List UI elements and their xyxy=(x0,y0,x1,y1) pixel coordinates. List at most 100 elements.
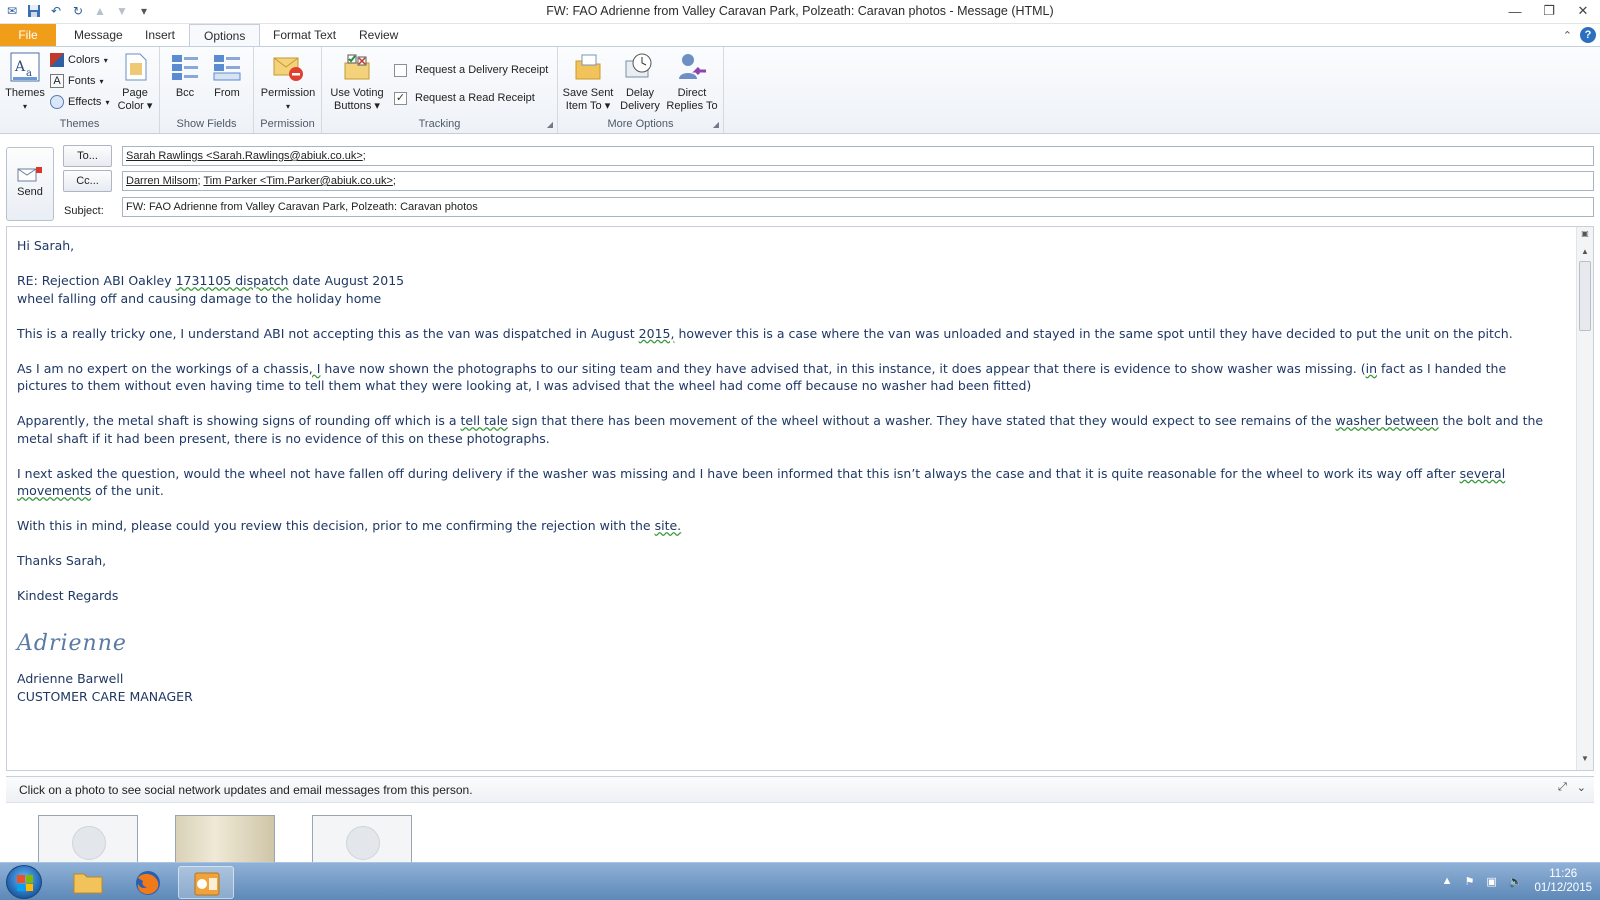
read-receipt-checkbox[interactable]: ✓ Request a Read Receipt xyxy=(394,89,535,107)
delay-delivery-icon xyxy=(624,51,656,83)
message-body[interactable]: Hi Sarah, RE: Rejection ABI Oakley 17311… xyxy=(6,226,1594,771)
window-title: FW: FAO Adrienne from Valley Caravan Par… xyxy=(546,4,1054,18)
expand-pane-icon[interactable]: ⤢ xyxy=(1558,781,1567,794)
to-recipient-1[interactable]: Sarah Rawlings <Sarah.Rawlings@abiuk.co.… xyxy=(126,150,363,162)
tab-format-text[interactable]: Format Text xyxy=(259,24,350,47)
greeting: Hi Sarah, xyxy=(17,238,75,253)
paragraph-4: I next asked the question, would the whe… xyxy=(17,465,1506,499)
delivery-receipt-check[interactable] xyxy=(394,63,407,77)
message-header: Send To... Sarah Rawlings <Sarah.Rawling… xyxy=(0,135,1600,225)
group-label-permission: Permission xyxy=(260,118,315,130)
to-field[interactable]: Sarah Rawlings <Sarah.Rawlings@abiuk.co.… xyxy=(122,146,1594,166)
delay-delivery-button[interactable]: Delay Delivery xyxy=(616,51,664,113)
tab-message[interactable]: Message xyxy=(60,24,137,47)
ribbon-tabs: File Message Insert Options Format Text … xyxy=(0,24,1600,47)
contact-photo-2[interactable] xyxy=(175,815,275,865)
contact-photo-3[interactable] xyxy=(312,815,412,865)
from-icon xyxy=(211,51,243,83)
scroll-options-icon[interactable]: ▣ xyxy=(1577,229,1593,243)
voting-icon xyxy=(341,51,373,83)
body-text[interactable]: Hi Sarah, RE: Rejection ABI Oakley 17311… xyxy=(17,237,1557,705)
firefox-icon xyxy=(136,871,160,895)
contact-photo-1[interactable] xyxy=(38,815,138,865)
action-center-flag-icon[interactable]: ⚑ xyxy=(1464,875,1474,888)
people-pane-header: Click on a photo to see social network u… xyxy=(6,777,1594,803)
themes-button[interactable]: Aa Themes ▾ xyxy=(4,51,46,113)
send-button[interactable]: Send xyxy=(6,147,54,221)
permission-icon xyxy=(272,51,304,83)
page-color-button[interactable]: Page Color ▾ xyxy=(114,51,156,113)
paragraph-1: This is a really tricky one, I understan… xyxy=(17,325,1513,341)
cc-field[interactable]: Darren Milsom; Tim Parker <Tim.Parker@ab… xyxy=(122,171,1594,191)
paragraph-2: As I am no expert on the workings of a c… xyxy=(17,360,1507,394)
avatar-placeholder-icon xyxy=(72,826,106,860)
taskbar-explorer[interactable] xyxy=(60,866,116,899)
scroll-down-arrow-icon[interactable]: ▼ xyxy=(1577,754,1593,768)
tab-review[interactable]: Review xyxy=(345,24,412,47)
tab-file[interactable]: File xyxy=(0,24,56,47)
volume-icon[interactable]: 🔈 xyxy=(1509,875,1523,888)
avatar-placeholder-icon xyxy=(346,826,380,860)
folder-icon xyxy=(73,873,103,894)
cc-recipient-2[interactable]: Tim Parker <Tim.Parker@abiuk.co.uk> xyxy=(203,175,392,187)
bcc-icon xyxy=(169,51,201,83)
taskbar-outlook[interactable] xyxy=(178,866,234,899)
close-button[interactable]: ✕ xyxy=(1566,0,1600,22)
minimize-ribbon-icon[interactable]: ⌃ xyxy=(1563,29,1572,42)
from-button[interactable]: From xyxy=(208,51,246,100)
start-button[interactable] xyxy=(6,865,42,899)
tab-insert[interactable]: Insert xyxy=(131,24,189,47)
taskbar: ▲ ⚑ ▣ 🔈 11:26 01/12/2015 xyxy=(0,862,1600,900)
use-voting-buttons[interactable]: Use Voting Buttons ▾ xyxy=(326,51,388,113)
effects-button[interactable]: Effects ▾ xyxy=(50,93,109,111)
subject-field[interactable]: FW: FAO Adrienne from Valley Caravan Par… xyxy=(122,197,1594,217)
delivery-receipt-checkbox[interactable]: Request a Delivery Receipt xyxy=(394,61,548,79)
group-tracking: Use Voting Buttons ▾ Request a Delivery … xyxy=(322,47,558,133)
group-label-themes: Themes xyxy=(59,118,100,130)
group-label-more-options: More Options xyxy=(607,118,674,130)
direct-replies-icon xyxy=(676,51,708,83)
to-button[interactable]: To... xyxy=(63,145,112,167)
signature-name: Adrienne Barwell xyxy=(17,671,124,686)
colors-button[interactable]: Colors ▾ xyxy=(50,51,108,69)
cc-recipient-1[interactable]: Darren Milsom xyxy=(126,175,198,187)
read-receipt-check[interactable]: ✓ xyxy=(394,91,407,105)
network-icon[interactable]: ▣ xyxy=(1486,875,1496,888)
group-label-show-fields: Show Fields xyxy=(176,118,237,130)
body-scrollbar[interactable]: ▣ ▲ ▼ xyxy=(1576,227,1593,770)
collapse-pane-icon[interactable]: ⌄ xyxy=(1577,781,1586,794)
regards-line: Kindest Regards xyxy=(17,588,119,603)
reference-lines: RE: Rejection ABI Oakley 1731105 dispatc… xyxy=(17,273,405,306)
thanks-line: Thanks Sarah, xyxy=(17,553,107,568)
minimize-button[interactable]: — xyxy=(1498,0,1532,22)
system-tray: ▲ ⚑ ▣ 🔈 11:26 01/12/2015 xyxy=(1442,867,1592,895)
save-sent-icon xyxy=(572,51,604,83)
tab-options[interactable]: Options xyxy=(189,24,261,47)
taskbar-firefox[interactable] xyxy=(120,866,176,899)
cc-button[interactable]: Cc... xyxy=(63,170,112,192)
group-show-fields: Bcc From Show Fields xyxy=(160,47,254,133)
subject-label: Subject: xyxy=(64,205,104,217)
scroll-thumb[interactable] xyxy=(1579,261,1591,331)
group-themes: Aa Themes ▾ Colors ▾ A Fonts ▾ Effects ▾ Pa… xyxy=(0,47,160,133)
paragraph-5: With this in mind, please could you revi… xyxy=(17,518,682,533)
fonts-button[interactable]: A Fonts ▾ xyxy=(50,72,104,90)
help-icon[interactable]: ? xyxy=(1580,27,1596,43)
windows-logo-icon xyxy=(17,875,33,891)
bcc-button[interactable]: Bcc xyxy=(166,51,204,100)
ribbon: Aa Themes ▾ Colors ▾ A Fonts ▾ Effects ▾ Pa… xyxy=(0,46,1600,134)
group-label-tracking: Tracking xyxy=(418,118,461,130)
scroll-up-arrow-icon[interactable]: ▲ xyxy=(1577,247,1593,261)
save-sent-item-button[interactable]: Save Sent Item To ▾ xyxy=(562,51,614,113)
fonts-icon: A xyxy=(50,74,64,88)
clock[interactable]: 11:26 01/12/2015 xyxy=(1534,867,1592,895)
restore-button[interactable]: ❐ xyxy=(1532,0,1566,22)
permission-button[interactable]: Permission ▾ xyxy=(258,51,318,113)
page-color-icon xyxy=(119,51,151,83)
people-pane: Click on a photo to see social network u… xyxy=(6,776,1594,865)
show-hidden-icons-icon[interactable]: ▲ xyxy=(1442,875,1453,887)
signature-role: CUSTOMER CARE MANAGER xyxy=(17,688,193,704)
direct-replies-button[interactable]: Direct Replies To xyxy=(664,51,720,113)
signature-script: Adrienne xyxy=(17,630,127,656)
group-more-options: Save Sent Item To ▾ Delay Delivery Direc… xyxy=(558,47,724,133)
